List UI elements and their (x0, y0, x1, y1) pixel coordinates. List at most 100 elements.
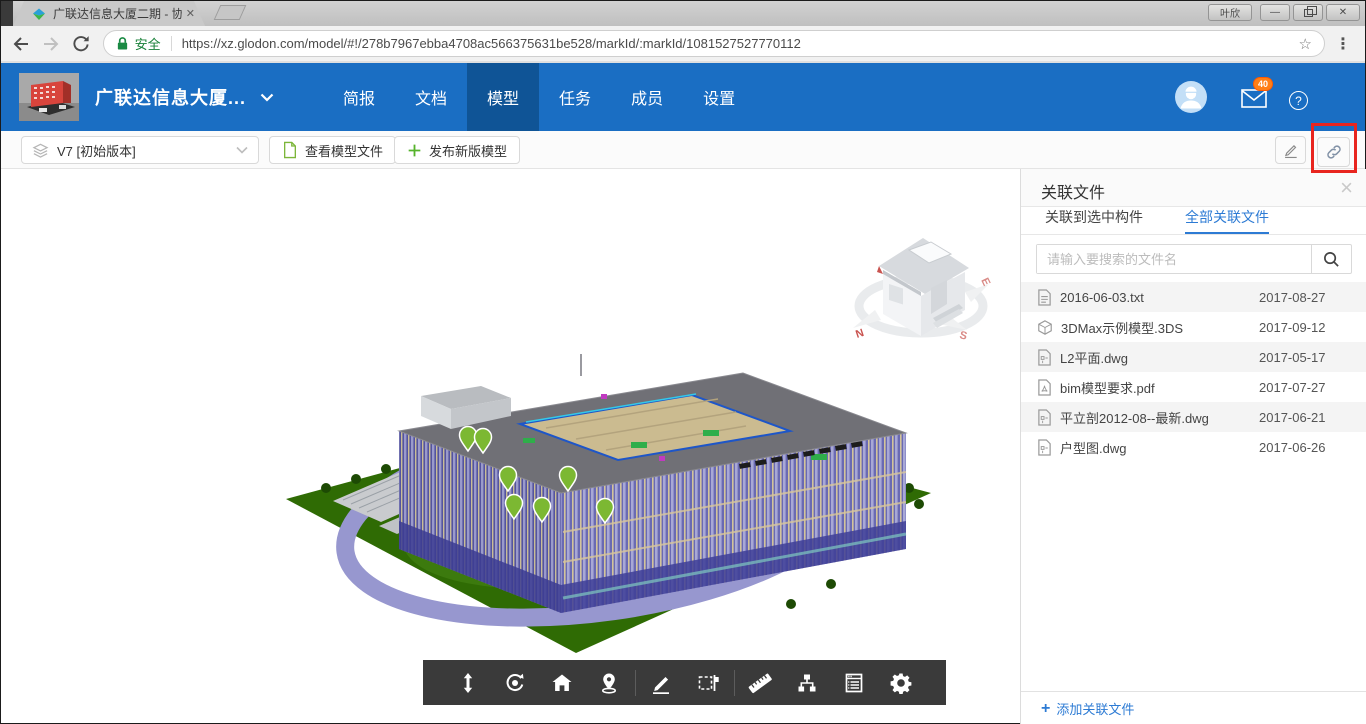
app-header: 广联达信息大厦... 简报 文档 模型 任务 成员 设置 (1, 63, 1365, 131)
security-label[interactable]: 安全 (135, 34, 161, 53)
url-omnibox[interactable]: 安全 https://xz.glodon.com/model/#!/278b79… (103, 30, 1325, 57)
file-date: 2017-09-12 (1259, 320, 1351, 335)
back-button[interactable] (11, 34, 31, 54)
nav-item-settings[interactable]: 设置 (683, 63, 755, 131)
file-row[interactable]: bim模型要求.pdf 2017-07-27 (1021, 372, 1366, 402)
file-row[interactable]: 户型图.dwg 2017-06-26 (1021, 432, 1366, 462)
panel-title-row: 关联文件 × (1021, 169, 1366, 207)
forward-button[interactable] (41, 34, 61, 54)
edit-mark-button[interactable] (1275, 136, 1306, 164)
url-separator (171, 36, 172, 51)
bookmark-star-icon[interactable]: ☆ (1299, 35, 1312, 53)
file-search-box (1036, 244, 1352, 274)
browser-tab[interactable]: 广联达信息大厦二期 - 协 ✕ (13, 1, 205, 26)
forward-arrow-icon (44, 38, 57, 50)
annotate-tool-button[interactable] (638, 660, 685, 705)
file-search-button[interactable] (1311, 245, 1351, 273)
file-search-input[interactable] (1037, 245, 1311, 273)
add-linked-file-button[interactable]: + 添加关联文件 (1021, 691, 1366, 724)
refresh-button[interactable] (71, 34, 91, 54)
orbit-icon (504, 672, 526, 694)
orbit-tool-button[interactable] (492, 660, 539, 705)
project-thumbnail[interactable] (19, 73, 79, 121)
chevron-down-icon (260, 93, 274, 102)
mail-icon[interactable] (1241, 89, 1267, 108)
new-tab-button[interactable] (214, 5, 247, 20)
add-linked-file-label: 添加关联文件 (1056, 699, 1134, 718)
version-label: V7 [初始版本] (57, 141, 236, 160)
ruler-icon (748, 672, 772, 694)
browser-titlebar: 广联达信息大厦二期 - 协 ✕ 叶欣 — ✕ (1, 1, 1365, 26)
elevation-tool-button[interactable] (445, 660, 492, 705)
project-title-dropdown[interactable]: 广联达信息大厦... (95, 63, 274, 131)
view-model-files-button[interactable]: 查看模型文件 (269, 136, 396, 164)
link-files-button[interactable] (1317, 137, 1350, 167)
gear-icon (890, 672, 912, 694)
user-avatar[interactable] (1175, 81, 1207, 113)
viewer-settings-button[interactable] (878, 660, 925, 705)
file-name: L2平面.dwg (1060, 348, 1259, 367)
list-view-button[interactable] (831, 660, 878, 705)
tab-title: 广联达信息大厦二期 - 协 (53, 5, 182, 22)
file-date: 2017-06-26 (1259, 440, 1351, 455)
plus-icon: + (1041, 700, 1050, 718)
file-date: 2017-05-17 (1259, 350, 1351, 365)
placemark-icon (598, 672, 620, 694)
nav-item-model[interactable]: 模型 (467, 63, 539, 131)
plus-icon (407, 143, 422, 158)
help-icon[interactable]: ? (1289, 91, 1308, 110)
file-name: 3DMax示例模型.3DS (1061, 318, 1259, 337)
file-list: 2016-06-03.txt 2017-08-27 3DMax示例模型.3DS … (1021, 282, 1366, 462)
structure-tree-button[interactable] (784, 660, 831, 705)
file-row[interactable]: L2平面.dwg 2017-05-17 (1021, 342, 1366, 372)
placemark-tool-button[interactable] (586, 660, 633, 705)
version-select[interactable]: V7 [初始版本] (21, 136, 259, 164)
minimize-button[interactable]: — (1260, 4, 1290, 21)
restore-button[interactable] (1293, 4, 1323, 21)
url-text[interactable]: https://xz.glodon.com/model/#!/278b7967e… (182, 36, 1291, 51)
search-icon (1323, 251, 1340, 268)
link-icon (1325, 143, 1343, 161)
browser-addressbar: 安全 https://xz.glodon.com/model/#!/278b79… (1, 26, 1365, 63)
tab-all-linked-files[interactable]: 全部关联文件 (1185, 207, 1269, 234)
view-cube-house[interactable]: N S E (847, 226, 995, 346)
elevation-icon (457, 672, 479, 694)
dwg-file-icon (1037, 349, 1052, 366)
file-name: 2016-06-03.txt (1060, 290, 1259, 305)
section-box-icon (697, 672, 719, 694)
home-view-button[interactable] (539, 660, 586, 705)
glodon-favicon (31, 6, 47, 22)
measure-tool-button[interactable] (737, 660, 784, 705)
list-view-icon (843, 672, 865, 694)
model-viewport[interactable]: N S E (1, 169, 1020, 723)
panel-tabs: 关联到选中构件 全部关联文件 (1021, 207, 1366, 235)
publish-new-version-button[interactable]: 发布新版模型 (394, 136, 520, 164)
model-3d-view[interactable] (271, 336, 951, 666)
file-row[interactable]: 2016-06-03.txt 2017-08-27 (1021, 282, 1366, 312)
tab-linked-to-selected[interactable]: 关联到选中构件 (1045, 207, 1143, 234)
file-row[interactable]: 3DMax示例模型.3DS 2017-09-12 (1021, 312, 1366, 342)
tab-close-icon[interactable]: ✕ (186, 7, 195, 20)
nav-item-briefing[interactable]: 简报 (323, 63, 395, 131)
model-toolbar: V7 [初始版本] 查看模型文件 发布新版模型 (1, 131, 1365, 169)
ime-button[interactable]: 叶欣 (1208, 4, 1252, 21)
browser-window: 广联达信息大厦二期 - 协 ✕ 叶欣 — ✕ 安全 https: (0, 0, 1366, 724)
browser-menu-icon[interactable]: ⋮ (1335, 34, 1351, 54)
nav-item-tasks[interactable]: 任务 (539, 63, 611, 131)
panel-close-icon[interactable]: × (1340, 175, 1353, 201)
file-row[interactable]: 平立剖2012-08--最新.dwg 2017-06-21 (1021, 402, 1366, 432)
section-tool-button[interactable] (685, 660, 732, 705)
pdf-file-icon (1037, 379, 1052, 396)
toolbar-divider (635, 670, 636, 696)
header-right-controls: 40 ? (1165, 63, 1365, 131)
layers-icon (32, 142, 49, 159)
txt-file-icon (1037, 289, 1052, 306)
nav-item-documents[interactable]: 文档 (395, 63, 467, 131)
file-name: 平立剖2012-08--最新.dwg (1060, 408, 1259, 427)
structure-tree-icon (796, 672, 818, 694)
nav-item-members[interactable]: 成员 (611, 63, 683, 131)
secure-lock-icon (116, 36, 129, 51)
pencil-icon (1282, 142, 1299, 159)
close-button[interactable]: ✕ (1326, 4, 1360, 21)
project-title: 广联达信息大厦... (95, 84, 246, 110)
